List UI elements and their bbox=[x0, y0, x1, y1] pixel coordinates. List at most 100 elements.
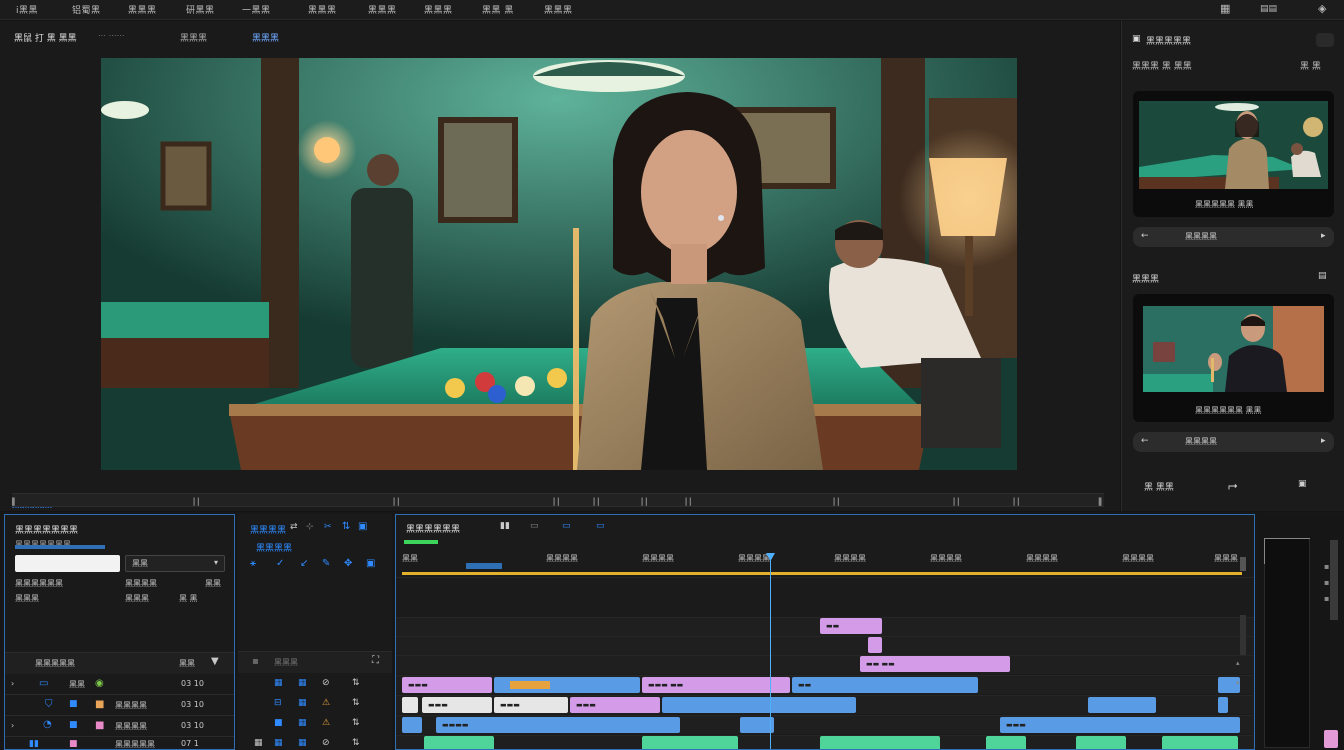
clip-audio-3[interactable] bbox=[820, 736, 940, 749]
meter-setting-icon[interactable]: ▪ bbox=[1324, 562, 1329, 571]
playhead[interactable] bbox=[770, 555, 771, 749]
menu-item-9[interactable]: 黑黑 黑 bbox=[482, 3, 514, 16]
meter-setting-icon[interactable]: ▪ bbox=[1324, 578, 1329, 587]
video-frame[interactable] bbox=[101, 58, 1017, 470]
timeline-tab-4[interactable]: ▭ bbox=[596, 521, 605, 531]
menu-item-7[interactable]: 黑黑黑 bbox=[368, 3, 397, 16]
expand-icon[interactable]: › bbox=[11, 721, 14, 730]
effect-name-input[interactable] bbox=[15, 555, 120, 572]
list-item[interactable]: ⛉ ■ ■ 黑黑黑黑 03 10 bbox=[5, 696, 234, 716]
camera-icon[interactable]: ▣ bbox=[358, 521, 367, 532]
viewer-scrubber[interactable]: ▌ ┃┃ ┃┃ ┃┃ ┃┃ ┃┃ ┃┃ ┃┃ ┃┃ ┃┃ ▐ bbox=[12, 493, 1104, 507]
clip-audio-6[interactable] bbox=[1162, 736, 1238, 749]
clip-b[interactable] bbox=[494, 677, 640, 693]
timeline-tab-1[interactable]: ▮▮ bbox=[500, 521, 510, 531]
tool-razor-icon[interactable]: ✂ bbox=[324, 522, 332, 532]
menu-item-5[interactable]: 一黑黑 bbox=[242, 3, 271, 16]
prev-arrow-icon[interactable]: ← bbox=[1141, 231, 1149, 241]
tool-arrow-icon[interactable]: ↙ bbox=[300, 558, 308, 569]
menu-item-3[interactable]: 黑黑黑 bbox=[128, 3, 157, 16]
clip-icon[interactable]: ■ bbox=[274, 718, 283, 728]
clip-m[interactable] bbox=[402, 717, 422, 733]
menu-item-10[interactable]: 黑黑黑 bbox=[544, 3, 573, 16]
scroll-up-icon[interactable]: ▴ bbox=[1236, 659, 1240, 667]
clip-p[interactable]: ▬▬▬ bbox=[1000, 717, 1240, 733]
panel-scrollbar[interactable] bbox=[1330, 540, 1338, 620]
clip-pink-long[interactable]: ▬▬ ▬▬ bbox=[860, 656, 1010, 672]
warning-icon[interactable]: ⚠ bbox=[322, 698, 330, 708]
tool-link-icon[interactable]: ⚹ bbox=[250, 558, 256, 569]
list-item[interactable]: › ◔ ■ ■ 黑黑黑黑 03 10 bbox=[5, 717, 234, 737]
effect-dropdown[interactable]: 黑黑 ▾ bbox=[125, 555, 225, 572]
clip-d[interactable]: ▬▬ bbox=[792, 677, 978, 693]
sync-icon[interactable]: ⇅ bbox=[352, 678, 360, 688]
sync-icon[interactable]: ⇅ bbox=[352, 718, 360, 728]
grid-icon[interactable]: ▦ bbox=[298, 698, 307, 708]
eye-icon[interactable]: ◉ bbox=[95, 678, 104, 689]
work-area-marker[interactable] bbox=[466, 563, 502, 569]
clip-audio-2[interactable] bbox=[642, 736, 738, 749]
tool-check-icon[interactable]: ✓ bbox=[276, 558, 284, 569]
clip-audio-4[interactable] bbox=[986, 736, 1026, 749]
export-icon[interactable]: ▣ bbox=[1298, 479, 1307, 489]
link-icon[interactable]: ⊘ bbox=[322, 678, 330, 688]
sync-icon[interactable]: ⇅ bbox=[352, 698, 360, 708]
clip-a[interactable]: ▬▬▬ bbox=[402, 677, 492, 693]
warning-icon[interactable]: ⚠ bbox=[322, 718, 330, 728]
media-browser-menu[interactable]: 黑 黑 bbox=[1300, 59, 1321, 72]
clip-i[interactable]: ▬▬▬ bbox=[570, 697, 660, 713]
lock-icon[interactable]: ⊟ bbox=[274, 698, 282, 708]
clip-c[interactable]: ▬▬▬ ▬▬ bbox=[642, 677, 790, 693]
clip-g[interactable]: ▬▬▬ bbox=[422, 697, 492, 713]
timeline-tab-3[interactable]: ▭ bbox=[562, 521, 571, 531]
tool-slip-icon[interactable]: ⇅ bbox=[342, 521, 350, 532]
clip-title-pink[interactable]: ▬▬ bbox=[820, 618, 882, 634]
panel-menu-button[interactable] bbox=[1316, 33, 1334, 47]
expand-icon[interactable]: › bbox=[11, 679, 14, 688]
crop-icon[interactable]: ⛶ bbox=[372, 655, 379, 666]
clip-j[interactable] bbox=[662, 697, 856, 713]
sync-icon[interactable]: ⇅ bbox=[352, 738, 360, 748]
grid-icon[interactable]: ▦ bbox=[274, 678, 283, 688]
viewer-tab-source[interactable]: 黑黑黑 bbox=[180, 31, 207, 44]
menu-item-2[interactable]: 铝蜀黑 bbox=[72, 3, 101, 16]
timeline-ruler[interactable]: 黑黑 黑黑黑黑 黑黑黑黑 黑黑黑黑 黑黑黑黑 黑黑黑黑 黑黑黑黑 黑黑黑黑 黑黑… bbox=[402, 553, 1242, 571]
tool-ripple-icon[interactable]: ⊹ bbox=[306, 522, 314, 532]
clip-k[interactable] bbox=[1088, 697, 1156, 713]
prev-arrow-icon-2[interactable]: ← bbox=[1141, 436, 1149, 446]
tool-select-icon[interactable]: ⇄ bbox=[290, 522, 298, 532]
filter-icon[interactable]: ▼ bbox=[211, 656, 219, 667]
clip-audio-5[interactable] bbox=[1076, 736, 1126, 749]
menu-item-1[interactable]: ⅰ黑黑 bbox=[16, 3, 38, 16]
grid-icon[interactable]: ▦ bbox=[298, 718, 307, 728]
section2-menu-icon[interactable]: ▤ bbox=[1318, 271, 1327, 281]
clip-thumbnail-2[interactable]: 黑黑黑黑黑黑 黑黑 bbox=[1133, 294, 1334, 422]
menu-item-6[interactable]: 黑黑黑 bbox=[308, 3, 337, 16]
list-sort[interactable]: 黑黑 bbox=[179, 658, 195, 669]
tool-pen-icon[interactable]: ✎ bbox=[322, 558, 330, 569]
clip-f[interactable] bbox=[402, 697, 418, 713]
timeline-tab-2[interactable]: ▭ bbox=[530, 521, 539, 531]
tool-zoom-icon[interactable]: ▣ bbox=[366, 558, 375, 569]
tool-hand-icon[interactable]: ✥ bbox=[344, 558, 352, 569]
next-arrow-icon[interactable]: ▸ bbox=[1321, 231, 1326, 241]
link-icon[interactable]: ⊘ bbox=[322, 738, 330, 748]
grid-icon[interactable]: ▦ bbox=[254, 738, 263, 748]
clip-pink-small[interactable] bbox=[868, 637, 882, 653]
clip-n[interactable]: ▬▬▬▬ bbox=[436, 717, 680, 733]
menu-item-8[interactable]: 黑黑黑 bbox=[424, 3, 453, 16]
cursor-tool-icon[interactable]: ⮣ bbox=[1228, 478, 1238, 493]
clip-o[interactable] bbox=[740, 717, 774, 733]
timeline-scroll-top[interactable] bbox=[1240, 557, 1246, 571]
viewer-tab-dots[interactable]: ⋯ ⋯⋯ bbox=[98, 31, 125, 40]
grid-icon[interactable]: ▦ bbox=[298, 678, 307, 688]
clip-h[interactable]: ▬▬▬ bbox=[494, 697, 568, 713]
list-item[interactable]: ▮▮ ■ 黑黑黑黑黑 07 1 bbox=[5, 738, 234, 750]
meter-setting-icon[interactable]: ▪ bbox=[1324, 594, 1329, 603]
scroll-down-icon[interactable]: ▾ bbox=[1236, 679, 1240, 687]
timeline-scrollbar[interactable] bbox=[1240, 615, 1246, 655]
list-item[interactable]: › ▭ 黑黑 ◉ 03 10 bbox=[5, 675, 234, 695]
grid-icon[interactable]: ▦ bbox=[274, 738, 283, 748]
clip-audio-1[interactable] bbox=[424, 736, 494, 749]
workspace-icon[interactable]: ▤▤ bbox=[1260, 4, 1277, 14]
